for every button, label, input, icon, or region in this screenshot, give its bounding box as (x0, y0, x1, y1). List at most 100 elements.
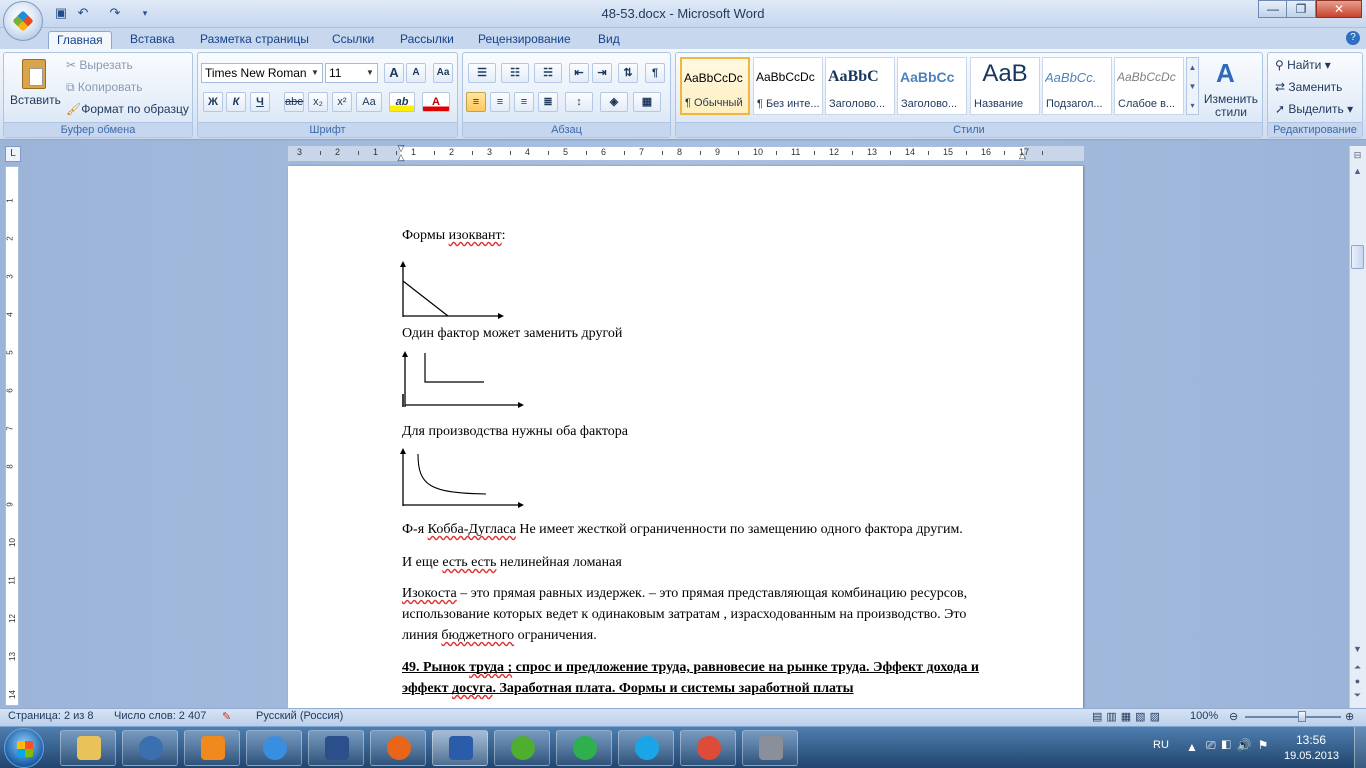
taskbar-app[interactable] (308, 730, 364, 766)
doc-heading[interactable]: эффект досуга. Заработная плата. Формы и… (402, 681, 854, 697)
highlight-button[interactable]: ab (389, 92, 415, 112)
taskbar-app[interactable] (246, 730, 302, 766)
numbering-button[interactable]: ☷ (501, 63, 529, 83)
spelling-error[interactable]: Кобба-Дугласа (428, 522, 516, 537)
next-page-icon[interactable]: ⏷ (1350, 688, 1365, 703)
find-button[interactable]: ⚲ Найти ▾ (1275, 58, 1331, 72)
tab-references[interactable]: Ссылки (324, 31, 382, 50)
style-no-spacing[interactable]: AaBbCcDc ¶ Без инте... (753, 57, 823, 115)
replace-button[interactable]: ⇄ Заменить (1275, 80, 1342, 94)
justify-button[interactable]: ≣ (538, 92, 558, 112)
decrease-indent-button[interactable]: ⇤ (569, 63, 589, 83)
indent-marker-icon[interactable]: ▽ △ (396, 144, 406, 163)
taskbar-app[interactable] (618, 730, 674, 766)
superscript-button[interactable]: x² (332, 92, 352, 112)
vertical-scrollbar[interactable] (1349, 146, 1366, 708)
minimize-button[interactable]: — (1258, 0, 1288, 18)
format-painter-button[interactable]: 🖌Формат по образцу (66, 102, 189, 116)
ruler-toggle-icon[interactable]: ⊟ (1350, 148, 1365, 163)
tab-home[interactable]: Главная (48, 31, 112, 50)
tab-insert[interactable]: Вставка (122, 31, 183, 50)
multilevel-list-button[interactable]: ☵ (534, 63, 562, 83)
paste-button[interactable]: Вставить (10, 57, 61, 119)
shrink-font-button[interactable]: A (406, 63, 426, 83)
office-button[interactable] (3, 1, 43, 41)
align-right-button[interactable]: ≡ (514, 92, 534, 112)
prev-page-icon[interactable]: ⏶ (1350, 660, 1365, 675)
zoom-slider-thumb[interactable] (1297, 711, 1306, 722)
help-icon[interactable]: ? (1346, 31, 1360, 45)
spelling-error[interactable]: досуга (452, 681, 492, 696)
language-indicator[interactable]: Русский (Россия) (256, 710, 343, 722)
font-color-button[interactable]: A (422, 92, 450, 112)
strikethrough-button[interactable]: abe (284, 92, 304, 112)
show-desktop-button[interactable] (1354, 727, 1366, 768)
browse-object-icon[interactable]: ● (1350, 674, 1365, 689)
document-page[interactable]: Формы изоквант: Один фактор может замени… (288, 166, 1083, 708)
start-button[interactable] (4, 728, 44, 768)
taskbar-app[interactable] (742, 730, 798, 766)
zoom-level[interactable]: 100% (1190, 710, 1218, 722)
change-case-button[interactable]: Aa (356, 92, 382, 112)
taskbar-app[interactable] (370, 730, 426, 766)
proofing-icon[interactable]: ✎ (222, 710, 231, 723)
doc-heading[interactable]: 49. Рынок труда ; спрос и предложение тр… (402, 660, 979, 676)
tray-expand-icon[interactable]: ▲ (1186, 740, 1198, 754)
tab-selector-button[interactable]: L (5, 146, 21, 162)
style-heading-2[interactable]: AaBbCc Заголово... (897, 57, 967, 115)
style-heading-1[interactable]: AaBbC Заголово... (825, 57, 895, 115)
clock-time[interactable]: 13:56 (1296, 733, 1326, 747)
grow-font-button[interactable]: A (384, 63, 404, 83)
sort-button[interactable]: ⇅ (618, 63, 638, 83)
change-styles-button[interactable]: A Изменить стили (1202, 56, 1260, 120)
close-button[interactable]: ✕ (1316, 0, 1362, 18)
language-tray[interactable]: RU (1153, 739, 1169, 751)
maximize-button[interactable]: ❐ (1286, 0, 1316, 18)
cut-button[interactable]: ✂ Вырезать (66, 58, 133, 72)
tab-page-layout[interactable]: Разметка страницы (192, 31, 317, 50)
zoom-out-icon[interactable]: ⊖ (1229, 710, 1238, 723)
doc-paragraph[interactable]: линия бюджетного ограничения. (402, 628, 597, 644)
doc-paragraph[interactable]: использование которых ведет к одинаковым… (402, 607, 966, 623)
spelling-error[interactable]: есть есть (442, 555, 496, 570)
subscript-button[interactable]: x₂ (308, 92, 328, 112)
taskbar-app[interactable] (184, 730, 240, 766)
word-count[interactable]: Число слов: 2 407 (114, 710, 206, 722)
style-normal[interactable]: AaBbCcDc ¶ Обычный (680, 57, 750, 115)
bullets-button[interactable]: ☰ (468, 63, 496, 83)
increase-indent-button[interactable]: ⇥ (592, 63, 612, 83)
zoom-slider[interactable] (1245, 716, 1341, 718)
bold-button[interactable]: Ж (203, 92, 223, 112)
font-name-select[interactable]: Times New Roman ▼ (201, 63, 323, 83)
style-subtle-emphasis[interactable]: AaBbCcDc Слабое в... (1114, 57, 1184, 115)
italic-button[interactable]: К (226, 92, 246, 112)
scroll-down-icon[interactable]: ▼ (1350, 642, 1365, 657)
font-size-select[interactable]: 11 ▼ (325, 63, 378, 83)
spelling-error[interactable]: бюджетного (441, 628, 514, 643)
line-spacing-button[interactable]: ↕ (565, 92, 593, 112)
doc-paragraph[interactable]: Формы изоквант: (402, 228, 506, 244)
show-marks-button[interactable]: ¶ (645, 63, 665, 83)
tab-mailings[interactable]: Рассылки (392, 31, 462, 50)
shading-button[interactable]: ◈ (600, 92, 628, 112)
align-left-button[interactable]: ≡ (466, 92, 486, 112)
zoom-in-icon[interactable]: ⊕ (1345, 710, 1354, 723)
taskbar-app[interactable] (494, 730, 550, 766)
taskbar-app[interactable] (556, 730, 612, 766)
page-indicator[interactable]: Страница: 2 из 8 (8, 710, 94, 722)
taskbar-app[interactable] (680, 730, 736, 766)
right-indent-marker-icon[interactable]: △ (1019, 150, 1026, 161)
spelling-error[interactable]: Изокоста (402, 586, 457, 601)
style-title[interactable]: AaB Название (970, 57, 1040, 115)
align-center-button[interactable]: ≡ (490, 92, 510, 112)
taskbar-app[interactable] (122, 730, 178, 766)
underline-button[interactable]: Ч (250, 92, 270, 112)
select-button[interactable]: ➚ Выделить ▾ (1275, 102, 1353, 116)
clock-date[interactable]: 19.05.2013 (1284, 750, 1339, 762)
spelling-error[interactable]: труда ; (469, 660, 512, 675)
scroll-up-icon[interactable]: ▲ (1350, 164, 1365, 179)
copy-button[interactable]: ⧉ Копировать (66, 80, 143, 95)
doc-paragraph[interactable]: И еще есть есть нелинейная ломаная (402, 555, 622, 571)
spelling-error[interactable]: изоквант (449, 228, 502, 243)
tray-icons[interactable]: ⎚◧🔊⚑ (1206, 738, 1274, 753)
